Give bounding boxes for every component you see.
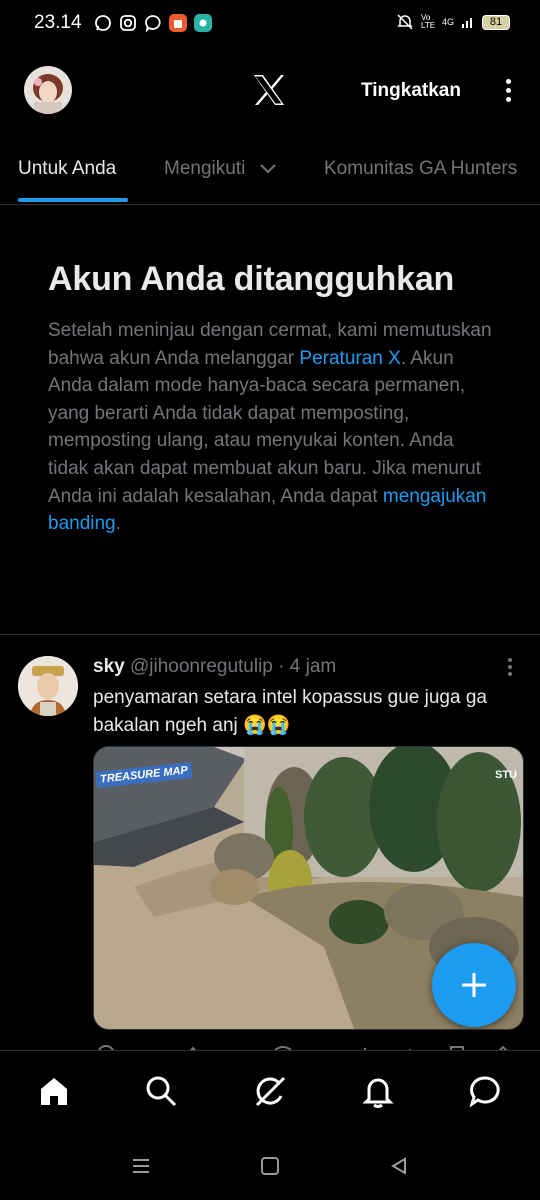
shopee-icon xyxy=(169,14,187,32)
volte-icon: Vo LTE xyxy=(420,13,436,30)
home-icon[interactable] xyxy=(36,1073,72,1109)
recents-icon[interactable] xyxy=(131,1156,151,1181)
home-button-icon[interactable] xyxy=(260,1156,280,1181)
tab-for-you[interactable]: Untuk Anda xyxy=(18,158,116,180)
notice-title: Akun Anda ditangguhkan xyxy=(48,260,455,298)
notice-text-3: . xyxy=(115,513,121,535)
status-bar: 23.14 Vo LTE 4G 81 xyxy=(0,0,540,48)
mute-icon xyxy=(397,14,413,30)
more-options-icon[interactable] xyxy=(500,76,516,108)
tab-community[interactable]: Komunitas GA Hunters xyxy=(324,158,517,180)
chevron-down-icon xyxy=(259,164,276,174)
post-header: sky @jihoonregutulip · 4 jam xyxy=(93,656,336,678)
post-time: 4 jam xyxy=(289,656,337,677)
feed-tabs: Untuk Anda Mengikuti Komunitas GA Hunter… xyxy=(0,138,540,205)
post-author-handle[interactable]: @jihoonregutulip xyxy=(130,656,273,677)
media-corner-label: STU xyxy=(495,769,517,781)
notice-body: Setelah meninjau dengan cermat, kami mem… xyxy=(48,317,498,538)
messenger-icon xyxy=(144,14,162,32)
notifications-icon[interactable] xyxy=(360,1073,396,1109)
search-icon[interactable] xyxy=(143,1073,179,1109)
active-tab-indicator xyxy=(18,198,128,202)
app-header: Tingkatkan xyxy=(0,56,540,126)
status-system-icons: Vo LTE 4G 81 xyxy=(396,13,510,31)
compose-button[interactable] xyxy=(432,943,516,1027)
post-text: penyamaran setara intel kopassus gue jug… xyxy=(93,687,487,736)
back-icon[interactable] xyxy=(389,1156,409,1181)
network-label: 4G xyxy=(441,17,454,27)
app-icon xyxy=(194,14,212,32)
divider xyxy=(0,634,540,635)
signal-icon xyxy=(462,18,472,28)
messages-icon[interactable] xyxy=(467,1073,503,1109)
grok-icon[interactable] xyxy=(252,1073,288,1109)
post-author-name[interactable]: sky xyxy=(93,656,125,677)
notice-text-2: . Akun Anda dalam mode hanya-baca secara… xyxy=(48,347,482,507)
post-separator: · xyxy=(278,656,285,677)
tab-following[interactable]: Mengikuti xyxy=(164,158,279,180)
bottom-navigation xyxy=(0,1050,540,1133)
plus-icon xyxy=(462,973,486,997)
post-author-avatar[interactable] xyxy=(18,656,78,716)
instagram-icon xyxy=(119,14,137,32)
x-logo-icon[interactable] xyxy=(252,74,286,111)
status-time: 23.14 xyxy=(34,12,82,33)
profile-avatar[interactable] xyxy=(24,66,72,114)
system-navigation-bar xyxy=(0,1132,540,1200)
tab-following-label: Mengikuti xyxy=(164,158,246,179)
status-notification-icons xyxy=(94,14,212,32)
upgrade-button[interactable]: Tingkatkan xyxy=(361,80,461,102)
rules-link[interactable]: Peraturan X xyxy=(299,348,400,369)
whatsapp-icon xyxy=(94,14,112,32)
battery-indicator: 81 xyxy=(482,14,510,30)
post-more-icon[interactable] xyxy=(507,658,513,679)
suspension-notice: Akun Anda ditangguhkan Setelah meninjau … xyxy=(48,260,498,538)
